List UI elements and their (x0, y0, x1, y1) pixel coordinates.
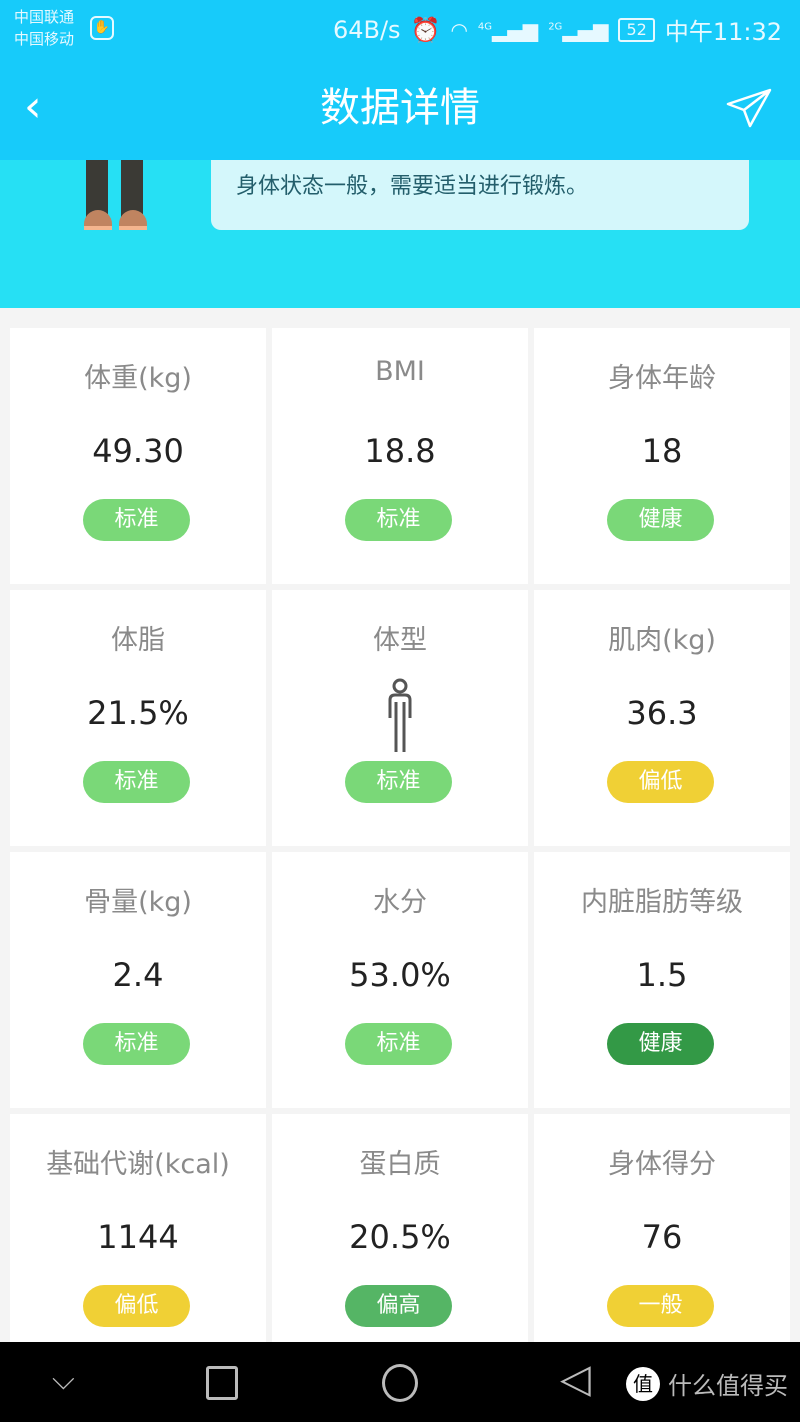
status-badge: 健康 (607, 499, 714, 541)
status-badge: 标准 (83, 761, 190, 803)
metrics-grid: 体重(kg) 49.30 标准 BMI 18.8 标准 身体年龄 18 健康 体脂 21.5% 标准体… (10, 328, 790, 1370)
status-badge: 标准 (345, 761, 452, 803)
nav-home-button[interactable] (382, 1364, 418, 1402)
metric-value: 2.4 (112, 956, 164, 994)
metric-card[interactable]: 身体年龄 18 健康 (534, 328, 790, 584)
status-badge: 健康 (607, 1023, 714, 1065)
metric-card[interactable]: 肌肉(kg) 36.3 偏低 (534, 590, 790, 846)
nav-back-button[interactable]: ◁ (560, 1356, 591, 1402)
watermark: 值 什么值得买 (626, 1366, 788, 1401)
metric-value: 1144 (97, 1218, 179, 1256)
metric-card[interactable]: 内脏脂肪等级 1.5 健康 (534, 852, 790, 1108)
metric-card[interactable]: 体重(kg) 49.30 标准 (10, 328, 266, 584)
metric-card[interactable]: BMI 18.8 标准 (272, 328, 528, 584)
status-badge: 偏高 (345, 1285, 452, 1327)
summary-bubble: 身体状态一般，需要适当进行锻炼。 (211, 160, 749, 230)
network-speed: 64B/s (332, 15, 401, 44)
status-badge: 偏低 (607, 761, 714, 803)
metric-card[interactable]: 水分 53.0% 标准 (272, 852, 528, 1108)
signal-2g-icon: 2G▂▄▆ (548, 17, 609, 42)
metric-value: 18 (641, 432, 683, 470)
metric-label: 身体得分 (608, 1149, 716, 1180)
metric-label: 骨量(kg) (84, 887, 192, 918)
metric-value: 1.5 (636, 956, 688, 994)
summary-banner: 身体状态一般，需要适当进行锻炼。 (0, 160, 800, 308)
carrier-info: 中国联通 中国移动 (14, 6, 74, 50)
page-title: 数据详情 (320, 85, 480, 131)
metric-value: 20.5% (349, 1218, 451, 1256)
metric-value: 18.8 (364, 432, 436, 470)
avatar-shoe (84, 210, 112, 230)
metric-value: 49.30 (92, 432, 184, 470)
watermark-text: 什么值得买 (668, 1372, 788, 1400)
status-badge: 标准 (83, 499, 190, 541)
battery-icon: 52 (618, 17, 655, 42)
body-figure-icon (388, 678, 412, 752)
status-badge: 标准 (345, 499, 452, 541)
signal-4g-icon: 4G▂▄▆ (477, 17, 539, 42)
metric-label: 蛋白质 (359, 1149, 441, 1180)
metric-value: 53.0% (349, 956, 451, 994)
metric-label: 身体年龄 (608, 363, 716, 394)
status-badge: 偏低 (83, 1285, 190, 1327)
alarm-icon: ⏰ (410, 15, 441, 44)
share-send-icon[interactable] (726, 88, 772, 128)
system-nav-bar: ⌵ ◁ 值 什么值得买 (0, 1342, 800, 1422)
metric-card[interactable]: 身体得分 76 一般 (534, 1114, 790, 1370)
avatar-shoe (119, 210, 147, 230)
nav-recents-button[interactable] (206, 1366, 238, 1400)
metric-card[interactable]: 蛋白质 20.5% 偏高 (272, 1114, 528, 1370)
wifi-icon: ◠ (450, 17, 468, 42)
status-bar: 中国联通 中国移动 ✋ 64B/s ⏰ ◠ 4G▂▄▆ 2G▂▄▆ 52 中午1… (0, 0, 800, 56)
metric-value: 21.5% (87, 694, 189, 732)
metric-label: 内脏脂肪等级 (581, 887, 743, 918)
metric-label: 水分 (373, 887, 427, 918)
metric-card[interactable]: 体脂 21.5% 标准 (10, 590, 266, 846)
metric-label: BMI (375, 356, 425, 387)
metric-card[interactable]: 骨量(kg) 2.4 标准 (10, 852, 266, 1108)
metric-value: 76 (641, 1218, 683, 1256)
metric-value: 36.3 (626, 694, 698, 732)
status-badge: 一般 (607, 1285, 714, 1327)
status-right: 64B/s ⏰ ◠ 4G▂▄▆ 2G▂▄▆ 52 中午11:32 (333, 12, 782, 47)
metric-label: 肌肉(kg) (608, 625, 716, 656)
nav-collapse-button[interactable]: ⌵ (52, 1362, 75, 1397)
hand-icon: ✋ (90, 16, 114, 40)
carrier-1: 中国联通 (14, 8, 75, 26)
app-bar: ‹ 数据详情 (0, 56, 800, 160)
metric-label: 基础代谢(kcal) (46, 1149, 230, 1180)
net-type-2: 2G (548, 20, 563, 32)
watermark-logo: 值 (626, 1366, 660, 1401)
net-type-1: 4G (477, 20, 493, 32)
metric-card[interactable]: 基础代谢(kcal) 1144 偏低 (10, 1114, 266, 1370)
metric-label: 体型 (373, 625, 427, 656)
status-badge: 标准 (83, 1023, 190, 1065)
status-badge: 标准 (345, 1023, 452, 1065)
carrier-2: 中国移动 (14, 30, 75, 48)
metric-label: 体脂 (111, 625, 165, 656)
metric-card[interactable]: 体型 标准 (272, 590, 528, 846)
clock: 中午11:32 (664, 18, 782, 46)
metric-label: 体重(kg) (84, 363, 192, 394)
